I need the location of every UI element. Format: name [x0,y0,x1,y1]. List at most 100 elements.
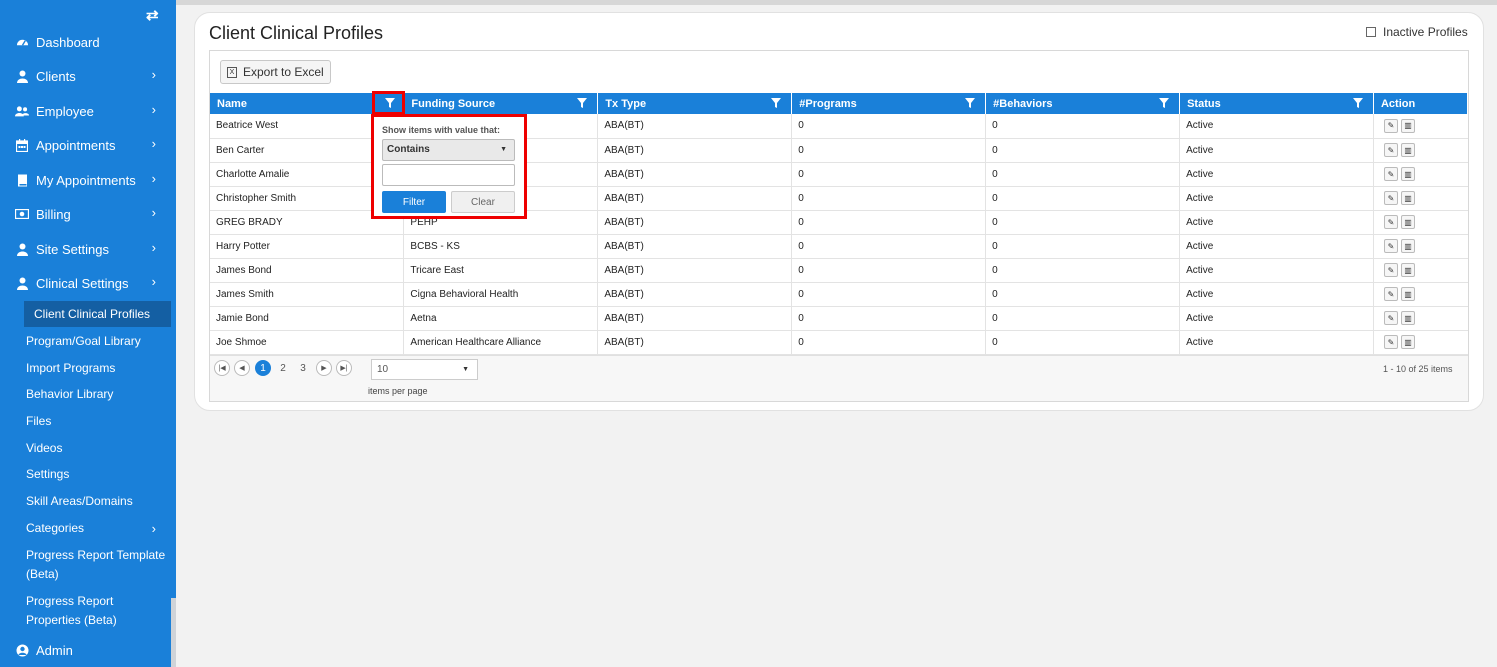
edit-icon[interactable]: ✎ [1383,335,1398,349]
edit-icon[interactable]: ✎ [1383,263,1398,277]
user-icon [15,276,29,290]
table-row[interactable]: Jamie Bond Aetna ABA(BT) 0 0 Active ✎ ▥ [210,306,1468,331]
edit-icon[interactable]: ✎ [1383,167,1398,181]
nav-label: Clients [36,68,76,84]
clear-button[interactable]: Clear [451,191,515,213]
table-row[interactable]: James Bond Tricare East ABA(BT) 0 0 Active ✎ ▥ [210,258,1468,283]
edit-icon[interactable]: ✎ [1383,287,1398,301]
cell-programs: 0 [791,186,987,211]
nav-item-site-settings[interactable]: Site Settings › [0,234,171,264]
chart-icon[interactable]: ▥ [1400,191,1415,205]
column-label: Name [217,97,247,110]
cell-status: Active [1179,138,1374,163]
filter-icon[interactable] [771,98,782,108]
edit-icon[interactable]: ✎ [1383,311,1398,325]
export-label: Export to Excel [243,65,324,79]
nav-item-appointments[interactable]: Appointments › [0,130,171,160]
edit-icon[interactable]: ✎ [1383,215,1398,229]
chart-icon[interactable]: ▥ [1400,143,1415,157]
chevron-right-icon: › [151,136,156,151]
page-3-button[interactable]: 3 [295,360,311,376]
filter-operator-select[interactable]: Contains ▼ [382,139,515,161]
nav-item-clinical-settings[interactable]: Clinical Settings › [0,268,171,298]
filter-button[interactable]: Filter [382,191,446,213]
chart-icon[interactable]: ▥ [1400,215,1415,229]
filter-icon[interactable] [1352,98,1363,108]
column-header-behaviors[interactable]: #Behaviors [985,93,1181,114]
cell-behaviors: 0 [985,330,1181,355]
cell-programs: 0 [791,114,987,139]
sidebar-item-program-goal-library[interactable]: Program/Goal Library [0,332,171,351]
table-row[interactable]: Harry Potter BCBS - KS ABA(BT) 0 0 Active ✎ ▥ [210,234,1468,259]
cell-programs: 0 [791,234,987,259]
chevron-right-icon: › [151,240,156,255]
chart-icon[interactable]: ▥ [1400,263,1415,277]
chart-icon[interactable]: ▥ [1400,287,1415,301]
sidebar-scrollbar[interactable] [171,0,176,667]
edit-icon[interactable]: ✎ [1383,143,1398,157]
table-row[interactable]: Joe Shmoe American Healthcare Alliance ABA… [210,330,1468,355]
sidebar-item-files[interactable]: Files [0,412,171,431]
chart-icon[interactable]: ▥ [1400,311,1415,325]
sidebar-item-label: Categories [26,521,85,535]
nav-item-employee[interactable]: Employee › [0,96,171,126]
chart-icon[interactable]: ▥ [1400,167,1415,181]
cell-action: ✎ ▥ [1373,234,1468,259]
sidebar-item-categories[interactable]: Categories › [0,519,171,538]
column-header-status[interactable]: Status [1179,93,1374,114]
nav-item-billing[interactable]: Billing › [0,199,171,229]
prev-page-icon[interactable]: ◀ [234,360,250,376]
sidebar-item-client-clinical-profiles[interactable]: Client Clinical Profiles [24,301,171,327]
cell-tx-type: ABA(BT) [597,234,793,259]
first-page-icon[interactable]: |◀ [214,360,230,376]
cell-tx-type: ABA(BT) [597,162,793,187]
cell-status: Active [1179,162,1374,187]
edit-icon[interactable]: ✎ [1383,118,1398,133]
nav-item-dashboard[interactable]: Dashboard [0,27,171,57]
cell-tx-type: ABA(BT) [597,114,793,139]
sidebar-item-settings[interactable]: Settings [0,465,171,484]
nav-item-my-appointments[interactable]: My Appointments › [0,165,171,195]
dashboard-icon [15,35,29,49]
page-2-button[interactable]: 2 [275,360,291,376]
page-1-button[interactable]: 1 [255,360,271,376]
sidebar-item-progress-report-properties[interactable]: Progress Report Properties (Beta) [0,592,171,630]
sidebar-item-videos[interactable]: Videos [0,439,171,458]
sidebar-item-skill-areas[interactable]: Skill Areas/Domains [0,492,171,511]
edit-icon[interactable]: ✎ [1383,239,1398,253]
inactive-profiles-checkbox[interactable] [1366,27,1376,37]
column-header-tx-type[interactable]: Tx Type [597,93,793,114]
sidebar-item-behavior-library[interactable]: Behavior Library [0,385,171,404]
column-header-programs[interactable]: #Programs [791,93,987,114]
table-row[interactable]: James Smith Cigna Behavioral Health ABA(BT… [210,282,1468,307]
filter-icon[interactable] [577,98,588,108]
page-size-select[interactable]: 10 ▼ [371,359,478,380]
sidebar-toggle-icon[interactable]: ⇄ [146,6,159,24]
filter-icon[interactable] [1159,98,1170,108]
column-header-funding-source[interactable]: Funding Source [403,93,599,114]
cell-funding: Aetna [403,306,599,331]
cell-tx-type: ABA(BT) [597,138,793,163]
chart-icon[interactable]: ▥ [1400,335,1415,349]
sidebar-item-progress-report-template[interactable]: Progress Report Template (Beta) [0,546,171,584]
nav-item-clients[interactable]: Clients › [0,61,171,91]
chart-icon[interactable]: ▥ [1400,118,1415,133]
sidebar-item-import-programs[interactable]: Import Programs [0,359,171,378]
edit-icon[interactable]: ✎ [1383,191,1398,205]
money-icon [15,207,29,221]
export-excel-button[interactable]: X Export to Excel [220,60,331,84]
nav-item-admin[interactable]: Admin [0,635,171,665]
scrollbar-thumb[interactable] [171,598,176,667]
nav-label: Employee [36,103,94,119]
chart-icon[interactable]: ▥ [1400,239,1415,253]
filter-value-input[interactable] [382,164,515,186]
column-label: Status [1187,97,1221,110]
last-page-icon[interactable]: ▶| [336,360,352,376]
users-icon [15,104,29,118]
cell-status: Active [1179,258,1374,283]
filter-icon[interactable] [965,98,976,108]
chevron-right-icon: › [151,274,156,289]
next-page-icon[interactable]: ▶ [316,360,332,376]
inactive-profiles-toggle[interactable]: Inactive Profiles [1366,25,1468,39]
cell-funding: Tricare East [403,258,599,283]
